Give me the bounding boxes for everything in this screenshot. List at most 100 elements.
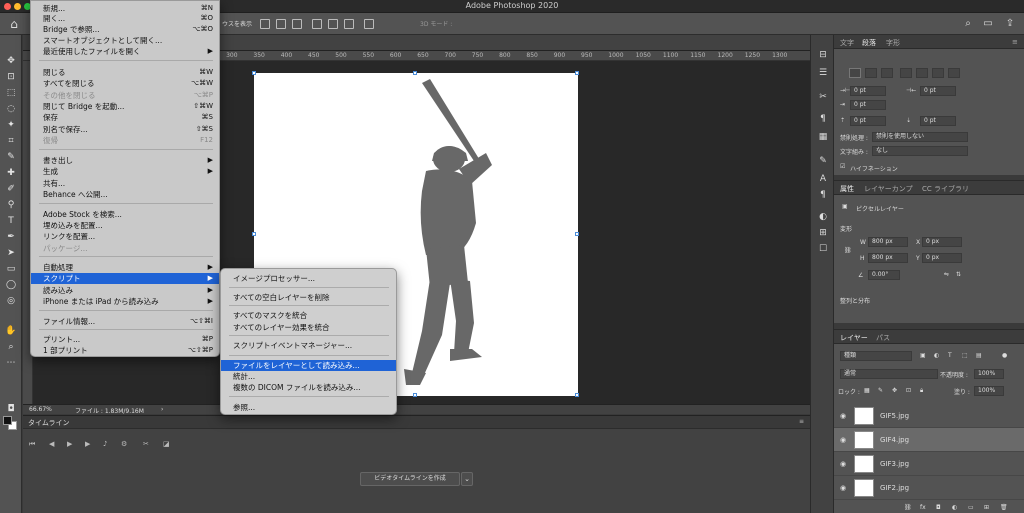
file-menu-item[interactable]: 共有... (31, 178, 219, 189)
opacity-field[interactable]: 100% (974, 369, 1004, 379)
file-menu-item[interactable]: プリント... ⌘P (31, 334, 219, 345)
align-right-icon[interactable] (344, 19, 354, 29)
filter-shape-icon[interactable]: ⬚ (962, 352, 968, 359)
properties-icon[interactable]: ◐ (817, 211, 829, 223)
align-center-icon[interactable] (328, 19, 338, 29)
more-tools-icon[interactable]: ⋯ (4, 357, 18, 369)
width-field[interactable]: 800 px (868, 237, 908, 247)
prev-frame-icon[interactable]: ◀ (49, 440, 54, 448)
file-menu-item[interactable]: 自動処理 ▶ (31, 262, 219, 273)
script-menu-item[interactable]: イメージプロセッサー... (221, 273, 396, 284)
settings-icon[interactable]: ⚙ (121, 440, 127, 448)
move-tool-icon[interactable]: ✥ (4, 55, 18, 67)
brush-tool-icon[interactable]: ✐ (4, 183, 18, 195)
lock-position-icon[interactable]: ✥ (892, 387, 897, 394)
lock-artboard-icon[interactable]: ⊡ (906, 387, 911, 394)
lock-all-icon[interactable]: 🔒︎ (920, 387, 923, 395)
shape-tool-icon[interactable]: ◎ (4, 295, 18, 307)
script-menu-item[interactable]: 参照... (221, 402, 396, 413)
file-menu-item[interactable]: ファイル情報... ⌥⇧⌘I (31, 316, 219, 327)
brush-preset-icon[interactable]: ✎ (817, 155, 829, 167)
file-menu-item[interactable]: iPhone または iPad から読み込み ▶ (31, 296, 219, 307)
script-menu-item[interactable]: ファイルをレイヤーとして読み込み... (221, 360, 396, 371)
paragraph-icon[interactable]: ¶ (817, 113, 829, 125)
eye-icon[interactable]: ◉ (840, 436, 846, 444)
file-menu-item[interactable]: パッケージ... (31, 243, 219, 254)
file-menu-item[interactable]: 読み込み ▶ (31, 285, 219, 296)
text-tool-icon[interactable]: T (4, 215, 18, 227)
file-menu-item[interactable]: 復帰 F12 (31, 135, 219, 146)
layer-name[interactable]: GIF2.jpg (880, 484, 909, 492)
transform-handle[interactable] (252, 71, 256, 75)
foreground-color-swatch[interactable] (3, 416, 12, 425)
path-select-icon[interactable]: ➤ (4, 247, 18, 259)
align-section-title[interactable]: 整列と分布 (840, 296, 870, 305)
x-field[interactable]: 0 px (922, 237, 962, 247)
hand-tool-icon[interactable]: ✋ (4, 325, 18, 337)
share-icon[interactable]: ⇪ (1004, 18, 1016, 30)
file-menu-item[interactable]: リンクを配置... (31, 231, 219, 242)
link-icon[interactable]: ⛓ (844, 247, 852, 254)
layer-name[interactable]: GIF4.jpg (880, 436, 909, 444)
play-icon[interactable]: ▶ (67, 440, 72, 448)
tab-paragraph[interactable]: 段落 (862, 38, 876, 48)
layer-row[interactable]: ◉ GIF5.jpg (834, 404, 1024, 428)
align-top-icon[interactable] (260, 19, 270, 29)
split-icon[interactable]: ✂ (143, 440, 149, 448)
transform-handle[interactable] (575, 393, 579, 397)
eye-icon[interactable]: ◉ (840, 460, 846, 468)
file-menu-item[interactable]: Bridge で参照... ⌥⌘O (31, 24, 219, 35)
file-menu-item[interactable]: 1 部プリント ⌥⇧⌘P (31, 345, 219, 356)
filter-toggle-icon[interactable]: ● (1002, 352, 1007, 359)
swatches-icon[interactable]: ▦ (817, 131, 829, 143)
layer-style-icon[interactable]: fx (920, 504, 926, 511)
file-menu-item[interactable]: その他を閉じる ⌥⌘P (31, 90, 219, 101)
justify-right-icon[interactable] (932, 68, 944, 78)
tab-cc-libraries[interactable]: CC ライブラリ (922, 184, 969, 194)
align-right-text-icon[interactable] (881, 68, 893, 78)
magic-wand-icon[interactable]: ✦ (4, 119, 18, 131)
layer-row[interactable]: ◉ GIF3.jpg (834, 452, 1024, 476)
script-menu-item[interactable]: 複数の DICOM ファイルを読み込み... (221, 382, 396, 393)
file-menu-item[interactable]: 生成 ▶ (31, 166, 219, 177)
align-center-text-icon[interactable] (865, 68, 877, 78)
eyedropper-icon[interactable]: ✎ (4, 151, 18, 163)
transform-handle[interactable] (413, 71, 417, 75)
layer-filter-select[interactable]: 種類 (840, 351, 912, 361)
layer-row-selected[interactable]: ◉ GIF4.jpg (834, 428, 1024, 452)
tab-paths[interactable]: パス (876, 333, 890, 343)
filter-adjust-icon[interactable]: ◐ (934, 352, 939, 359)
home-icon[interactable]: ⌂ (6, 16, 22, 32)
transform-handle[interactable] (575, 232, 579, 236)
filter-smart-icon[interactable]: ▤ (976, 352, 982, 359)
rectangle-tool-icon[interactable]: ▭ (4, 263, 18, 275)
file-menu-item[interactable]: 閉じる ⌘W (31, 67, 219, 78)
tab-layer-comps[interactable]: レイヤーカンプ (864, 184, 913, 194)
space-before-field[interactable]: 0 pt (850, 116, 886, 126)
ellipse-tool-icon[interactable]: ◯ (4, 279, 18, 291)
transform-handle[interactable] (575, 71, 579, 75)
lock-image-icon[interactable]: ✎ (878, 387, 883, 394)
paragraph-style-icon[interactable]: ¶ (817, 189, 829, 201)
layer-row[interactable]: ◉ GIF2.jpg (834, 476, 1024, 500)
layer-name[interactable]: GIF5.jpg (880, 412, 909, 420)
flip-vertical-icon[interactable]: ⇅ (956, 271, 961, 278)
angle-field[interactable]: 0.00° (868, 270, 900, 280)
filter-type-icon[interactable]: T (948, 352, 952, 359)
file-menu-item[interactable]: 別名で保存... ⇧⌘S (31, 124, 219, 135)
align-bottom-icon[interactable] (292, 19, 302, 29)
eye-icon[interactable]: ◉ (840, 412, 846, 420)
add-mask-icon[interactable]: ◘ (936, 504, 941, 511)
healing-brush-icon[interactable]: ✚ (4, 167, 18, 179)
y-field[interactable]: 0 px (922, 253, 962, 263)
timeline-title[interactable]: タイムライン (28, 418, 70, 428)
transition-icon[interactable]: ◪ (163, 440, 170, 448)
audio-icon[interactable]: ♪ (103, 440, 107, 448)
transform-handle[interactable] (413, 393, 417, 397)
file-menu-item[interactable]: 開く... ⌘O (31, 13, 219, 24)
align-middle-icon[interactable] (276, 19, 286, 29)
flip-horizontal-icon[interactable]: ⇋ (944, 271, 949, 278)
lock-transparent-icon[interactable]: ▦ (864, 387, 870, 394)
panel-menu-icon[interactable]: ≡ (1012, 38, 1018, 46)
script-menu-item[interactable]: すべてのレイヤー効果を統合 (221, 322, 396, 333)
